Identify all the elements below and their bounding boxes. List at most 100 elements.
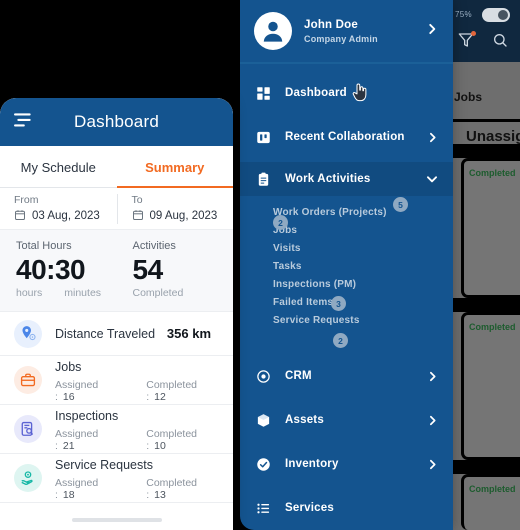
- nav-label: CRM: [285, 370, 312, 382]
- check-circle-icon: [254, 457, 272, 472]
- profile-name: John Doe: [304, 18, 358, 31]
- nav-item-dashboard[interactable]: Dashboard: [240, 78, 453, 108]
- search-icon[interactable]: [492, 32, 508, 53]
- assigned-value: 16: [62, 390, 75, 403]
- chevron-down-icon: [425, 172, 439, 186]
- chevron-right-icon: [426, 370, 439, 383]
- status-badge: Completed: [469, 484, 516, 494]
- background-job-card[interactable]: Completed: [461, 312, 520, 460]
- background-status-bar: 75%: [452, 0, 520, 62]
- nav-item-work-activities[interactable]: Work Activities: [240, 162, 453, 196]
- background-divider: [452, 119, 520, 122]
- completed-value: 10: [154, 439, 166, 452]
- background-job-card[interactable]: Completed: [461, 158, 520, 298]
- card-gap: [452, 460, 520, 474]
- submenu-item-jobs[interactable]: Jobs: [273, 221, 453, 239]
- stat-sub-hours: hours: [16, 287, 43, 299]
- submenu-label: Failed Items: [273, 296, 334, 308]
- stat-total-hours: Total Hours 40:30 hours minutes: [0, 240, 117, 299]
- submenu-item-failed-items[interactable]: Failed Items: [273, 293, 453, 311]
- distance-traveled-row[interactable]: Distance Traveled 356 km: [0, 312, 233, 356]
- nav-label: Assets: [285, 414, 324, 426]
- grid-dashboard-icon: [254, 86, 272, 101]
- profile-header[interactable]: John Doe Company Admin: [240, 0, 453, 62]
- date-from-label: From: [14, 193, 39, 206]
- nav-label: Services: [285, 502, 334, 514]
- submenu-label: Work Orders (Projects): [273, 206, 387, 218]
- assigned-label: Assigned :: [55, 378, 99, 403]
- chevron-right-icon: [426, 458, 439, 471]
- user-avatar-icon: [254, 12, 292, 50]
- list-item-jobs[interactable]: Jobs Assigned :16 Completed :12: [0, 356, 233, 405]
- background-section-tab[interactable]: Unassig: [466, 128, 520, 145]
- submenu-label: Inspections (PM): [273, 278, 357, 290]
- calendar-icon: [132, 209, 144, 224]
- chevron-right-icon: [426, 131, 439, 144]
- completed-value: 12: [154, 390, 166, 403]
- chevron-right-icon: [425, 22, 439, 41]
- list-item-name: Inspections: [55, 408, 119, 423]
- list-item-service-requests[interactable]: Service Requests Assigned :18 Completed …: [0, 454, 233, 503]
- tab-label: Summary: [145, 159, 205, 175]
- navigation-drawer: John Doe Company Admin Dashboard Recent …: [240, 0, 453, 530]
- box-assets-icon: [254, 413, 272, 428]
- status-badge: Completed: [469, 322, 516, 332]
- list-item-name: Jobs: [55, 359, 82, 374]
- panel-header: Dashboard: [0, 98, 233, 146]
- nav-item-inventory[interactable]: Inventory: [240, 449, 453, 479]
- chevron-right-icon: [426, 414, 439, 427]
- profile-role: Company Admin: [304, 33, 378, 44]
- distance-value: 356 km: [166, 326, 211, 341]
- date-from-value: 03 Aug, 2023: [32, 210, 100, 222]
- nav-label: Work Activities: [285, 173, 371, 185]
- date-from-field[interactable]: From 03 Aug, 2023: [0, 194, 117, 224]
- submenu-label: Visits: [273, 242, 301, 254]
- nav-item-crm[interactable]: CRM: [240, 361, 453, 391]
- screen-root: 75% Jobs Unassig Completed Completed Com…: [0, 0, 520, 530]
- stats-row: Total Hours 40:30 hours minutes Activiti…: [0, 230, 233, 312]
- list-item-inspections[interactable]: Inspections Assigned :21 Completed :10: [0, 405, 233, 454]
- nav-item-services[interactable]: Services: [240, 493, 453, 523]
- map-pin-icon: [14, 319, 42, 348]
- submenu-item-tasks[interactable]: Tasks: [273, 257, 453, 275]
- filter-icon[interactable]: [458, 31, 476, 53]
- submenu-item-visits[interactable]: Visits: [273, 239, 453, 257]
- stat-value: 54: [132, 254, 164, 285]
- battery-percent-label: 75%: [455, 10, 472, 19]
- nav-label: Dashboard: [285, 87, 347, 99]
- toggle-switch[interactable]: [482, 8, 510, 22]
- nav-item-assets[interactable]: Assets: [240, 405, 453, 435]
- hamburger-menu-icon[interactable]: [14, 112, 34, 133]
- page-title: Dashboard: [74, 112, 159, 131]
- card-gap: [452, 144, 520, 158]
- stat-label: Activities: [132, 240, 176, 252]
- nav-label: Inventory: [285, 458, 339, 470]
- submenu-item-service-requests[interactable]: Service Requests: [273, 311, 453, 329]
- date-to-field[interactable]: To 09 Aug, 2023: [116, 193, 234, 224]
- tab-my-schedule[interactable]: My Schedule: [0, 146, 117, 188]
- assigned-value: 18: [62, 488, 75, 501]
- distance-label: Distance Traveled: [55, 326, 156, 341]
- tab-bar: My Schedule Summary: [0, 146, 233, 188]
- nav-item-recent-collaboration[interactable]: Recent Collaboration: [240, 122, 453, 152]
- status-badge: Completed: [469, 168, 516, 178]
- work-activities-submenu: Work Orders (Projects) Jobs Visits Tasks…: [240, 196, 453, 353]
- assigned-label: Assigned :: [55, 427, 99, 452]
- filter-badge-dot: [471, 31, 476, 36]
- stat-activities: Activities 54 Completed: [117, 240, 234, 299]
- target-crm-icon: [254, 369, 272, 384]
- submenu-item-inspections[interactable]: Inspections (PM): [273, 275, 453, 293]
- submenu-label: Service Requests: [273, 314, 360, 326]
- calendar-icon: [14, 209, 26, 224]
- submenu-item-work-orders[interactable]: Work Orders (Projects): [273, 203, 453, 221]
- stat-label: Total Hours: [16, 240, 72, 252]
- stat-value: 40:30: [16, 254, 86, 285]
- tab-summary[interactable]: Summary: [116, 146, 234, 188]
- background-app: 75% Jobs Unassig Completed Completed Com…: [452, 0, 520, 530]
- stat-sub-minutes: minutes: [64, 287, 102, 299]
- assigned-value: 21: [62, 439, 75, 452]
- service-hand-icon: [14, 464, 42, 492]
- background-job-card[interactable]: Completed: [461, 474, 520, 530]
- date-to-value: 09 Aug, 2023: [149, 210, 218, 222]
- briefcase-icon: [14, 366, 42, 394]
